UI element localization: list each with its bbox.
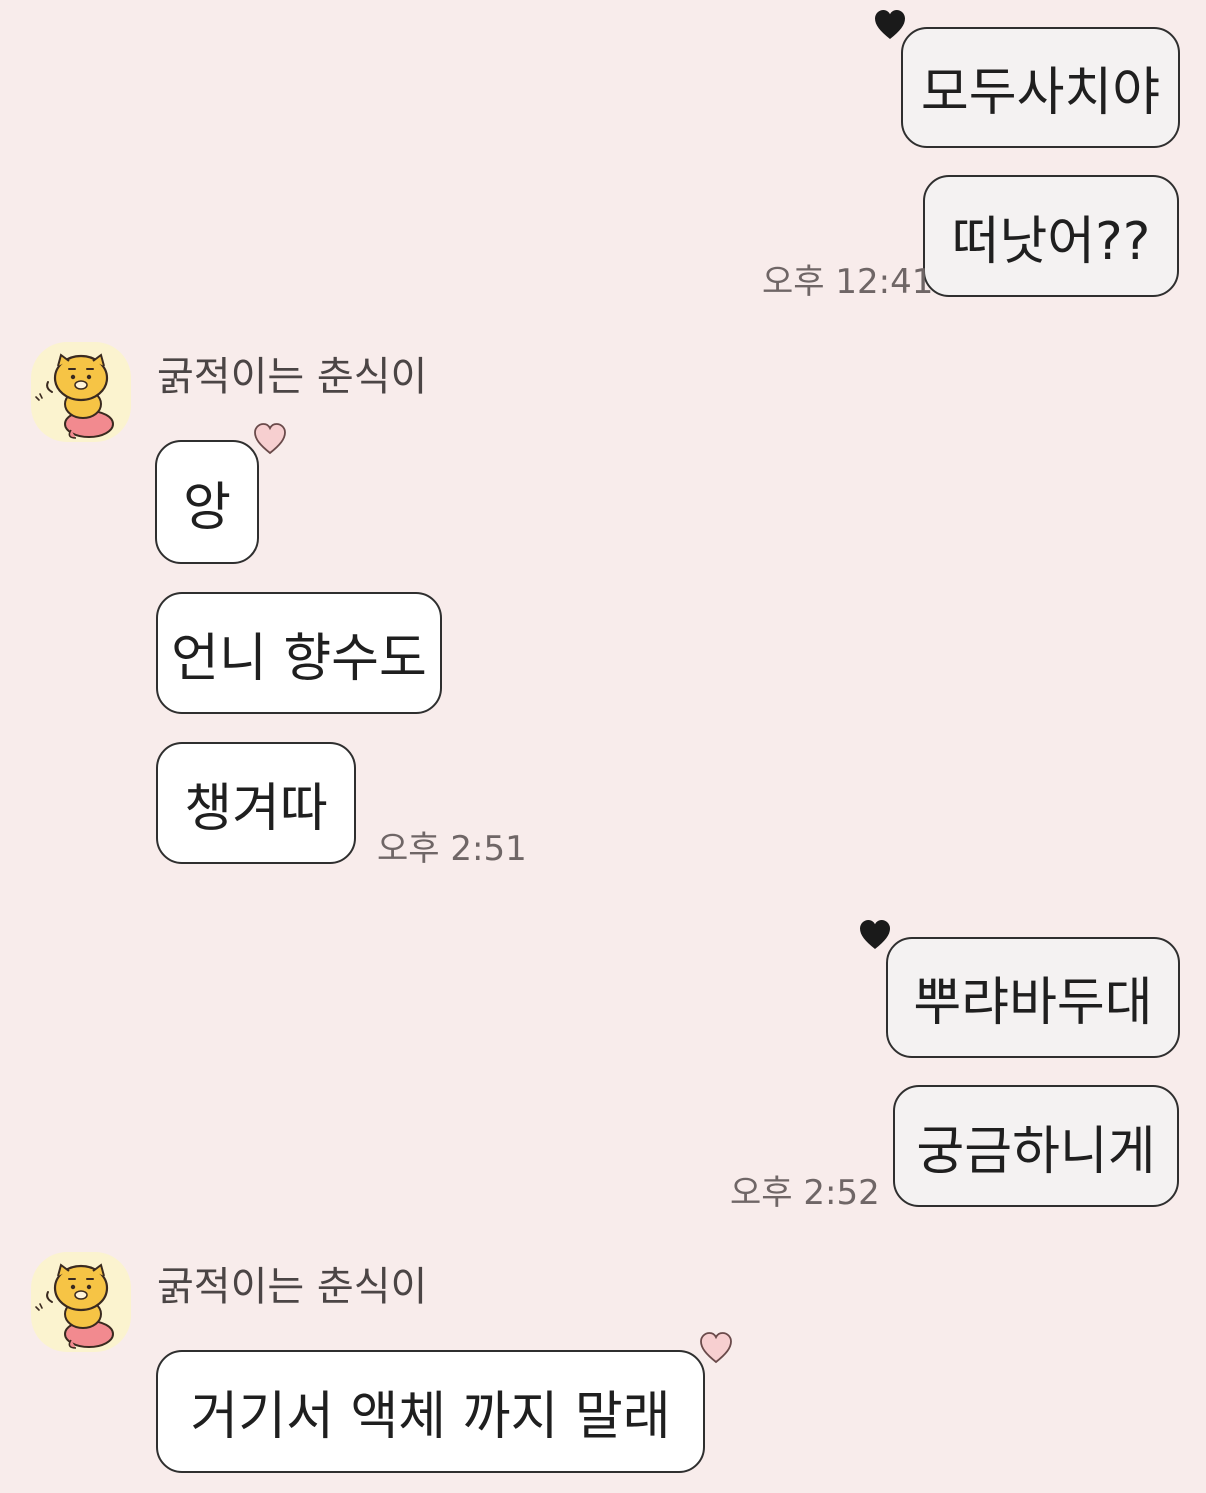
pink-heart-icon[interactable] (698, 1330, 734, 1366)
sender-name: 굵적이는 춘식이 (157, 1264, 428, 1310)
message-timestamp: 오후 12:41 (762, 262, 934, 302)
black-heart-icon[interactable] (857, 917, 893, 953)
chat-room: 모두사치야 떠낫어?? 오후 12:41 굵적이는 춘식이 앙 언니 향수도 챙… (0, 0, 1206, 1493)
message-bubble-outgoing[interactable]: 모두사치야 (901, 27, 1180, 148)
message-text: 뿌랴바두대 (913, 973, 1153, 1033)
sender-avatar[interactable] (31, 342, 131, 442)
message-bubble-outgoing[interactable]: 뿌랴바두대 (886, 937, 1180, 1058)
pink-heart-icon[interactable] (252, 421, 288, 457)
cat-avatar-icon (31, 1252, 131, 1352)
message-bubble-incoming[interactable]: 언니 향수도 (156, 592, 442, 714)
black-heart-icon[interactable] (872, 7, 908, 43)
message-text: 앙 (183, 477, 231, 538)
message-bubble-incoming[interactable]: 앙 (155, 440, 259, 564)
sender-avatar[interactable] (31, 1252, 131, 1352)
message-text: 언니 향수도 (171, 628, 427, 689)
message-bubble-incoming[interactable]: 챙겨따 (156, 742, 356, 864)
message-text: 모두사치야 (920, 63, 1161, 123)
message-text: 궁금하니게 (916, 1121, 1156, 1182)
message-text: 떠낫어?? (951, 211, 1151, 272)
message-text: 거기서 액체 까지 말래 (190, 1387, 671, 1447)
sender-name: 굵적이는 춘식이 (157, 354, 428, 400)
cat-avatar-icon (31, 342, 131, 442)
message-bubble-outgoing[interactable]: 궁금하니게 (893, 1085, 1179, 1207)
message-timestamp: 오후 2:52 (730, 1173, 880, 1213)
message-bubble-incoming[interactable]: 거기서 액체 까지 말래 (156, 1350, 705, 1473)
message-timestamp: 오후 2:51 (377, 829, 527, 869)
message-text: 챙겨따 (184, 778, 328, 839)
message-bubble-outgoing[interactable]: 떠낫어?? (923, 175, 1179, 297)
